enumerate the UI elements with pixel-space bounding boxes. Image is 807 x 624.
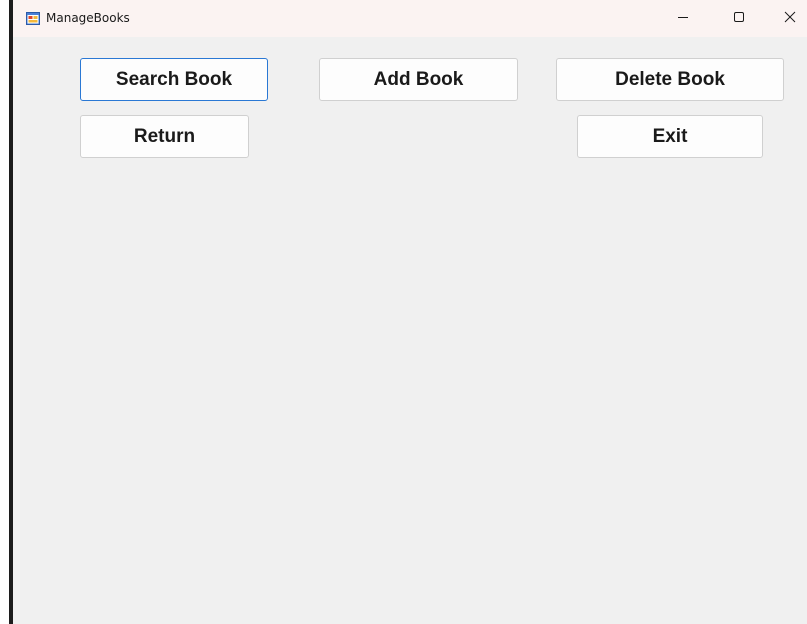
maximize-button[interactable] (716, 0, 762, 37)
add-book-button[interactable]: Add Book (319, 58, 518, 101)
window-title: ManageBooks (46, 11, 130, 25)
manage-books-window: ManageBooks Search Book Add Book Delete … (13, 0, 807, 624)
minimize-button[interactable] (660, 0, 706, 37)
title-bar[interactable]: ManageBooks (13, 0, 807, 37)
close-icon (784, 10, 796, 28)
exit-button[interactable]: Exit (577, 115, 763, 158)
app-form-icon (26, 12, 40, 25)
search-book-button[interactable]: Search Book (80, 58, 268, 101)
return-button[interactable]: Return (80, 115, 249, 158)
desktop-edge (0, 0, 9, 624)
minimize-icon (677, 10, 689, 28)
maximize-icon (733, 10, 745, 28)
delete-book-button[interactable]: Delete Book (556, 58, 784, 101)
close-button[interactable] (767, 0, 807, 37)
